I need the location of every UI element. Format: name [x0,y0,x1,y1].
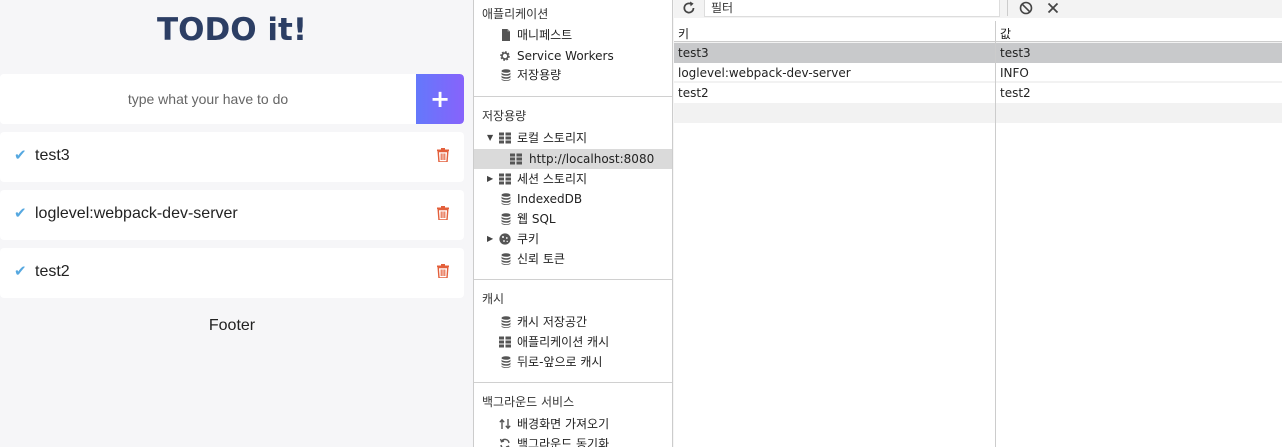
todo-input-row: + [0,74,464,124]
section-header-background-services: 백그라운드 서비스 [482,395,575,409]
check-icon[interactable]: ✔ [14,204,27,222]
grid-icon [499,336,511,348]
sidebar-item-background-sync[interactable]: 백그라운드 동기화 [474,434,672,447]
column-header-key[interactable]: 키 [678,25,689,42]
database-icon [501,356,511,368]
storage-toolbar [674,0,1282,18]
sidebar-item-localhost-8080[interactable]: http://localhost:8080 [474,149,672,169]
todo-text: loglevel:webpack-dev-server [35,205,238,222]
sync-icon [499,438,510,447]
table-row[interactable]: test3 test3 [674,43,1282,63]
trash-icon[interactable] [437,264,449,278]
cell-key: loglevel:webpack-dev-server [678,66,851,80]
storage-data-grid: 키 값 test3 test3 loglevel:webpack-dev-ser… [674,21,1282,447]
add-todo-button[interactable]: + [416,74,464,124]
sidebar-item-label: 신뢰 토큰 [517,252,565,266]
cell-value: INFO [1000,66,1029,80]
sidebar-item-label: 저장용량 [517,68,562,82]
todo-app: TODO it! + ✔ test3 ✔ loglevel:webpack-de… [0,0,473,447]
sidebar-item-label: 세션 스토리지 [517,172,588,186]
sidebar-item-background-fetch[interactable]: 배경화면 가져오기 [474,414,672,434]
section-divider [474,96,672,97]
todo-text: test3 [35,147,70,164]
empty-row [674,103,1282,123]
grid-empty-area [674,123,1282,447]
todo-item: ✔ loglevel:webpack-dev-server [0,190,464,240]
expand-right-icon[interactable]: ▶ [487,169,493,189]
todo-item: ✔ test2 [0,248,464,298]
devtools-sidebar: 애플리케이션 매니페스트 Service Workers 저장용량 저장용량 ▼ [473,0,673,447]
trash-icon[interactable] [437,148,449,162]
sidebar-item-web-sql[interactable]: 웹 SQL [474,209,672,229]
column-divider[interactable] [995,21,996,447]
delete-selected-icon[interactable] [1046,1,1060,15]
fetch-arrows-icon [499,418,511,430]
database-icon [501,193,511,205]
sidebar-item-label: 쿠키 [517,232,540,246]
grid-icon [499,132,511,144]
section-divider [474,382,672,383]
sidebar-item-label: 배경화면 가져오기 [517,417,610,431]
toolbar-divider [1007,0,1008,16]
sidebar-item-label: 애플리케이션 캐시 [517,335,610,349]
cell-value: test2 [1000,86,1031,100]
grid-icon [499,173,511,185]
sidebar-item-label: IndexedDB [517,192,583,206]
clear-all-icon[interactable] [1019,1,1033,15]
sidebar-item-cookies[interactable]: ▶ 쿠키 [474,229,672,249]
database-icon [501,316,511,328]
sidebar-item-label: 뒤로-앞으로 캐시 [517,355,603,369]
app-footer: Footer [208,317,256,334]
storage-table-pane: 키 값 test3 test3 loglevel:webpack-dev-ser… [674,0,1282,447]
cell-key: test3 [678,46,709,60]
expand-down-icon[interactable]: ▼ [487,128,493,148]
sidebar-item-application-cache[interactable]: 애플리케이션 캐시 [474,332,672,352]
expand-right-icon[interactable]: ▶ [487,229,493,249]
check-icon[interactable]: ✔ [14,146,27,164]
section-header-application: 애플리케이션 [482,7,549,21]
sidebar-item-label: 매니페스트 [517,28,573,42]
check-icon[interactable]: ✔ [14,262,27,280]
todo-item: ✔ test3 [0,132,464,182]
database-icon [501,253,511,265]
trash-icon[interactable] [437,206,449,220]
sidebar-item-label: 백그라운드 동기화 [517,437,610,447]
app-title: TODO it! [157,12,307,48]
todo-input[interactable] [0,74,416,124]
section-header-storage: 저장용량 [482,109,527,123]
todo-text: test2 [35,263,70,280]
filter-input[interactable] [704,0,1000,17]
database-icon [501,213,511,225]
sidebar-item-local-storage[interactable]: ▼ 로컬 스토리지 [474,128,672,148]
sidebar-item-cache-storage[interactable]: 캐시 저장공간 [474,312,672,332]
sidebar-item-manifest[interactable]: 매니페스트 [474,25,672,45]
sidebar-item-session-storage[interactable]: ▶ 세션 스토리지 [474,169,672,189]
sidebar-item-indexeddb[interactable]: IndexedDB [474,189,672,209]
sidebar-item-label: 로컬 스토리지 [517,131,588,145]
sidebar-item-back-forward-cache[interactable]: 뒤로-앞으로 캐시 [474,352,672,372]
column-header-value[interactable]: 값 [1000,25,1011,42]
file-icon [502,29,510,41]
cookie-icon [499,233,511,245]
section-header-cache: 캐시 [482,292,505,306]
grid-icon [510,153,522,165]
sidebar-item-trust-tokens[interactable]: 신뢰 토큰 [474,249,672,269]
grid-header: 키 값 [674,21,1282,42]
cell-value: test3 [1000,46,1031,60]
sidebar-item-label: Service Workers [517,49,614,63]
table-row[interactable]: loglevel:webpack-dev-server INFO [674,63,1282,83]
sidebar-item-label: http://localhost:8080 [529,152,655,166]
refresh-icon[interactable] [682,0,696,16]
gear-icon [500,51,510,61]
section-divider [474,279,672,280]
sidebar-item-storage[interactable]: 저장용량 [474,65,672,85]
sidebar-item-label: 웹 SQL [517,212,556,226]
cell-key: test2 [678,86,709,100]
sidebar-item-service-workers[interactable]: Service Workers [474,46,672,66]
database-icon [501,69,511,81]
table-row[interactable]: test2 test2 [674,83,1282,103]
sidebar-item-label: 캐시 저장공간 [517,315,588,329]
